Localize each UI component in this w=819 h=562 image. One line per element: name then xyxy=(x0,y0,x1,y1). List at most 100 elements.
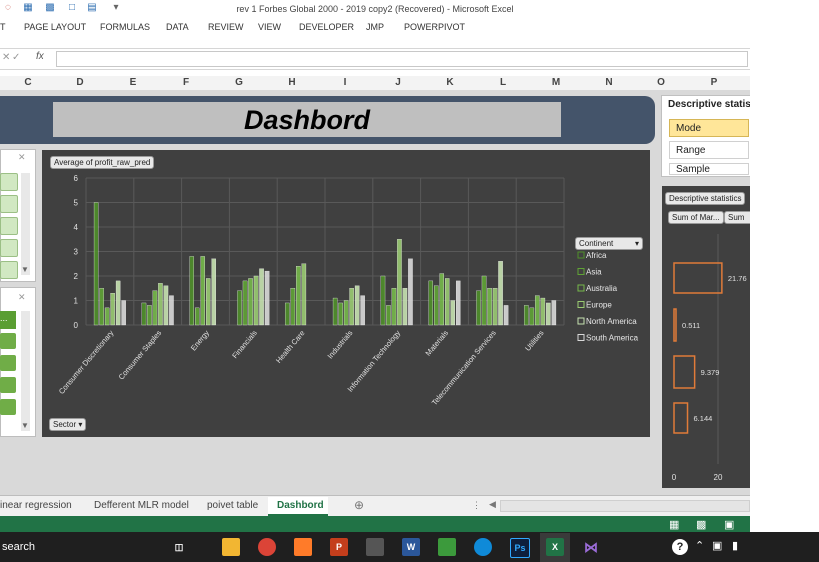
filter-clear-icon[interactable]: ✕ xyxy=(18,152,26,163)
sheet-tab[interactable]: Defferent MLR model xyxy=(94,500,189,511)
scroll-down-icon[interactable]: ▼ xyxy=(21,265,29,274)
taskbar-search[interactable]: search xyxy=(2,541,35,553)
x-tick-label: Financials xyxy=(230,328,259,360)
app-icon[interactable] xyxy=(366,538,384,556)
slicer-item[interactable] xyxy=(0,239,18,257)
column-header[interactable]: H xyxy=(267,77,317,88)
legend-entry: Asia xyxy=(586,268,602,277)
insert-function-icon[interactable]: fx xyxy=(36,51,44,62)
column-header[interactable]: D xyxy=(55,77,105,88)
stats-chart-title-button[interactable]: Descriptive statistics xyxy=(665,192,746,205)
tab-jmp[interactable]: JMP xyxy=(366,22,384,32)
column-header[interactable]: F xyxy=(161,77,211,88)
page-layout-view-icon[interactable]: ▩ xyxy=(696,518,706,531)
stats-option-mode[interactable]: Mode xyxy=(669,119,749,137)
slicer-item[interactable] xyxy=(0,333,16,349)
column-header[interactable]: N xyxy=(584,77,634,88)
tab-formulas[interactable]: FORMULAS xyxy=(100,22,150,32)
column-header[interactable]: C xyxy=(3,77,53,88)
slicer-item[interactable] xyxy=(0,195,18,213)
slicer-item[interactable] xyxy=(0,217,18,235)
task-view-icon[interactable]: ◫ xyxy=(170,538,188,556)
slicer-item[interactable] xyxy=(0,173,18,191)
legend-field-button[interactable]: Continent ▾ xyxy=(575,237,643,250)
formula-input[interactable] xyxy=(56,51,748,67)
sum-field-button[interactable]: Sum of Mar... xyxy=(668,211,724,224)
stats-option-sample-variance[interactable]: Sample Variance xyxy=(669,163,749,175)
stats-chart[interactable]: 21.76 0.511 9.379 6.144 0 20 xyxy=(662,186,750,488)
bar xyxy=(433,285,439,326)
chrome-icon[interactable] xyxy=(258,538,276,556)
sheet-tab[interactable]: poivet table xyxy=(207,500,258,511)
bar xyxy=(296,266,301,326)
legend-field-label: Continent xyxy=(579,239,614,248)
column-header[interactable]: J xyxy=(373,77,423,88)
column-header[interactable]: M xyxy=(531,77,581,88)
tab-data[interactable]: DATA xyxy=(166,22,189,32)
battery-icon[interactable]: ▮ xyxy=(732,539,738,552)
slicer-item-selected[interactable]: ... xyxy=(0,311,16,329)
tab-view[interactable]: VIEW xyxy=(258,22,281,32)
axis-field-button[interactable]: Sector ▾ xyxy=(49,418,87,431)
excel-icon[interactable]: X xyxy=(546,538,564,556)
column-header[interactable]: I xyxy=(320,77,370,88)
tab-page-layout[interactable]: PAGE LAYOUT xyxy=(24,22,86,32)
bar xyxy=(141,302,147,326)
powerpoint-icon[interactable]: P xyxy=(330,538,348,556)
page-break-view-icon[interactable]: ▣ xyxy=(724,518,734,531)
enter-icon[interactable]: ✓ xyxy=(12,52,20,63)
photoshop-icon[interactable]: Ps xyxy=(510,538,530,558)
slicer-scrollbar[interactable] xyxy=(21,173,30,275)
bar xyxy=(194,307,200,326)
sheet-tab[interactable]: inear regression xyxy=(0,500,72,511)
column-header[interactable]: L xyxy=(478,77,528,88)
bar xyxy=(529,307,535,326)
app-icon[interactable] xyxy=(294,538,312,556)
bar xyxy=(343,300,349,326)
word-icon[interactable]: W xyxy=(402,538,420,556)
filter-clear-icon[interactable]: ✕ xyxy=(18,292,26,303)
normal-view-icon[interactable]: ▦ xyxy=(669,518,679,531)
bar xyxy=(259,268,264,326)
slicer-item[interactable] xyxy=(0,399,16,415)
dashboard-title: Dashbord xyxy=(243,105,370,135)
bar xyxy=(158,283,163,326)
tab-partial[interactable]: T xyxy=(0,22,6,32)
value-field-button[interactable]: Average of profit_raw_pred xyxy=(50,156,155,169)
column-header[interactable]: K xyxy=(425,77,475,88)
slicer-item[interactable] xyxy=(0,355,16,371)
more-icon[interactable]: ⋮ xyxy=(472,500,481,511)
app-icon[interactable] xyxy=(438,538,456,556)
tab-powerpivot[interactable]: POWERPIVOT xyxy=(404,22,465,32)
slicer-scrollbar[interactable] xyxy=(21,311,30,431)
file-explorer-icon[interactable] xyxy=(222,538,240,556)
column-header[interactable]: G xyxy=(214,77,264,88)
tab-developer[interactable]: DEVELOPER xyxy=(299,22,354,32)
chevron-down-icon: ▾ xyxy=(634,239,639,248)
legend-entry: South America xyxy=(586,334,639,343)
new-sheet-icon[interactable]: ⊕ xyxy=(354,498,364,512)
cancel-icon[interactable]: ✕ xyxy=(2,52,10,63)
column-header[interactable]: P xyxy=(689,77,739,88)
column-header[interactable]: E xyxy=(108,77,158,88)
network-icon[interactable]: ▣ xyxy=(712,539,722,552)
edge-icon[interactable] xyxy=(474,538,492,556)
bar xyxy=(110,292,115,326)
visual-studio-icon[interactable]: ⋈ xyxy=(582,538,600,556)
bar xyxy=(121,300,126,326)
stats-option-range[interactable]: Range xyxy=(669,141,749,159)
scroll-left-icon[interactable]: ◀ xyxy=(489,499,496,510)
help-icon[interactable]: ? xyxy=(672,539,688,555)
scroll-down-icon[interactable]: ▼ xyxy=(21,421,29,430)
bar xyxy=(290,288,296,326)
slicer-item[interactable] xyxy=(0,377,16,393)
column-header[interactable]: O xyxy=(636,77,686,88)
bar xyxy=(450,300,455,326)
chevron-up-icon[interactable]: ⌃ xyxy=(695,539,704,552)
window-title: rev 1 Forbes Global 2000 - 2019 copy2 (R… xyxy=(236,4,514,14)
pivot-chart[interactable]: 0 1 2 3 4 5 6 Consumer Discretionary Consumer St… xyxy=(42,150,650,437)
slicer-item[interactable] xyxy=(0,261,18,279)
bar xyxy=(498,261,503,326)
horizontal-scrollbar[interactable] xyxy=(500,500,750,512)
tab-review[interactable]: REVIEW xyxy=(208,22,244,32)
